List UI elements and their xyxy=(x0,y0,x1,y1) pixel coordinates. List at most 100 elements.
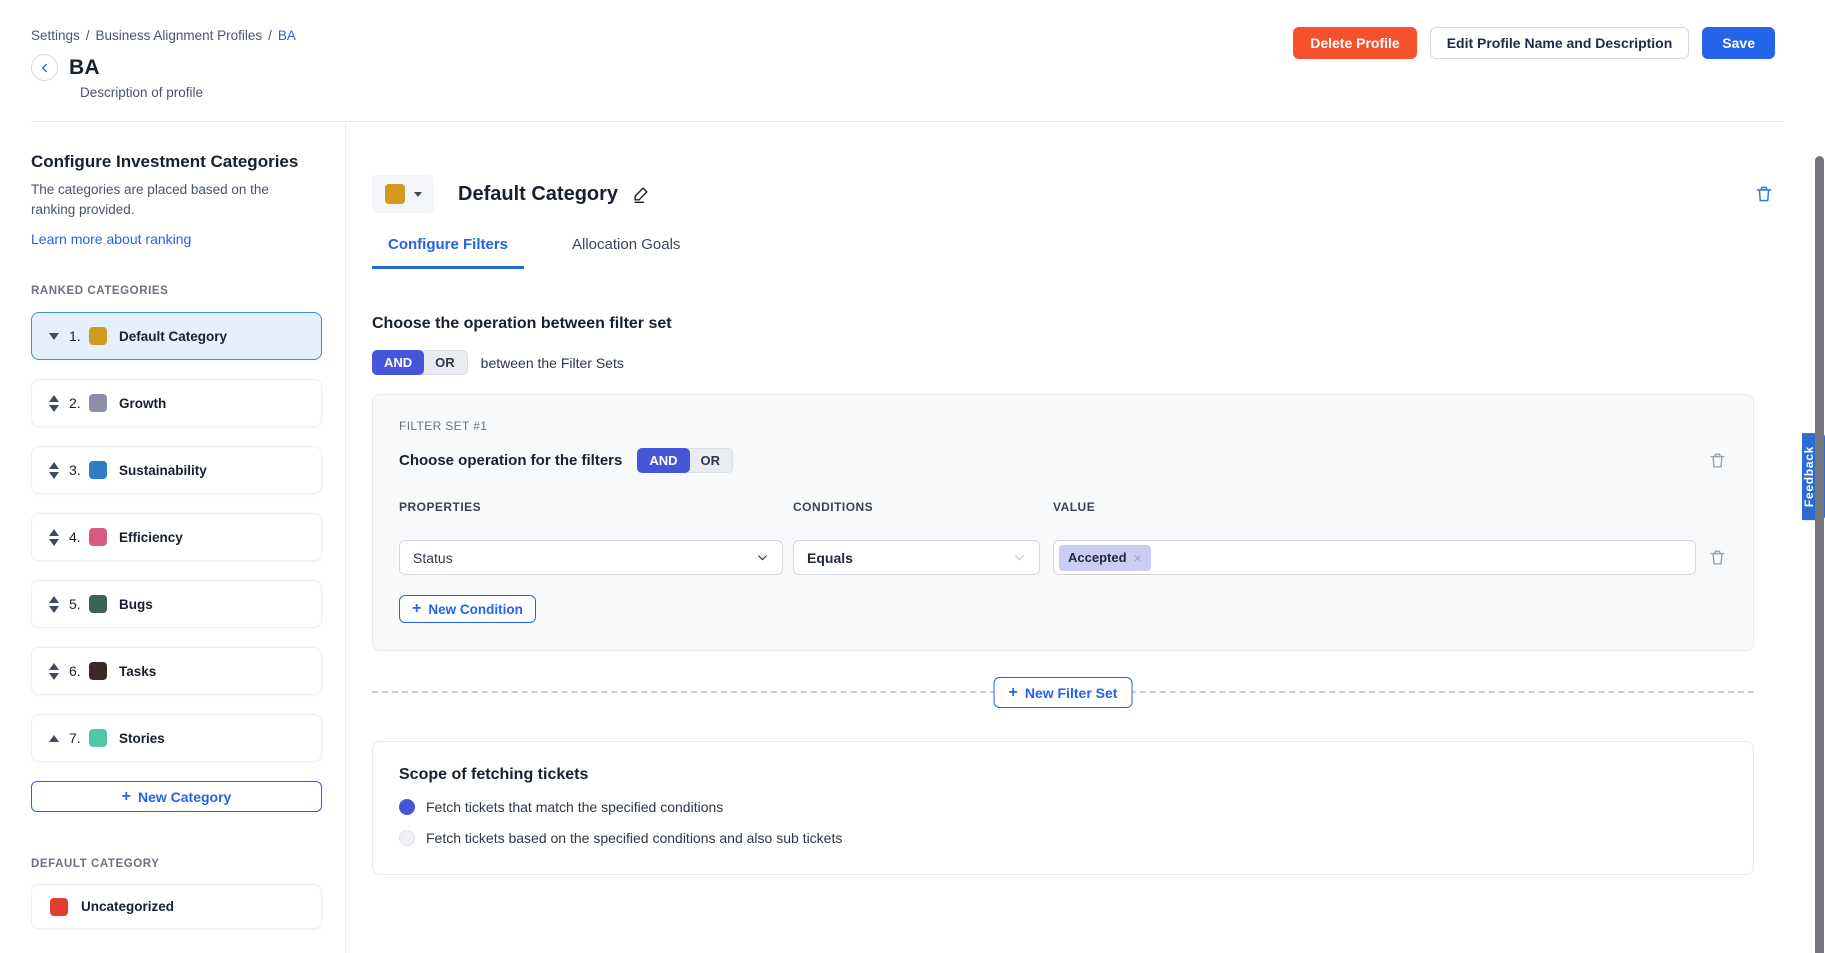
categories-sidebar: Configure Investment Categories The cate… xyxy=(31,122,322,929)
value-multiselect[interactable]: Accepted × xyxy=(1053,540,1696,575)
page-title: BA xyxy=(69,56,100,80)
reorder-arrows xyxy=(48,596,60,613)
scope-card: Scope of fetching tickets Fetch tickets … xyxy=(372,741,1754,875)
tab-allocation-goals[interactable]: Allocation Goals xyxy=(556,236,696,269)
category-label: Stories xyxy=(119,731,165,746)
category-label: Sustainability xyxy=(119,463,207,478)
category-label: Efficiency xyxy=(119,530,183,545)
category-color-dropdown[interactable] xyxy=(372,175,434,213)
move-up-icon[interactable] xyxy=(49,663,59,670)
category-color-swatch xyxy=(89,461,107,479)
new-filter-set-button[interactable]: + New Filter Set xyxy=(994,677,1133,708)
tab-configure-filters[interactable]: Configure Filters xyxy=(372,236,524,269)
category-label: Uncategorized xyxy=(81,899,174,914)
condition-select[interactable]: Equals xyxy=(793,540,1040,575)
new-filter-set-label: New Filter Set xyxy=(1025,685,1118,701)
vertical-scrollbar[interactable] xyxy=(1815,156,1824,953)
category-rank: 2. xyxy=(69,395,84,411)
breadcrumb-settings[interactable]: Settings xyxy=(31,28,80,43)
save-button[interactable]: Save xyxy=(1702,27,1775,59)
chevron-down-icon xyxy=(1013,551,1026,564)
breadcrumb-current: BA xyxy=(278,28,296,43)
plus-icon: + xyxy=(412,601,421,617)
move-down-icon[interactable] xyxy=(49,405,59,412)
chevron-down-icon xyxy=(756,551,769,564)
delete-condition-icon[interactable] xyxy=(1708,548,1727,567)
category-item-bugs[interactable]: 5. Bugs xyxy=(31,580,322,628)
category-color-swatch xyxy=(50,898,68,916)
filters-operator-toggle: AND OR xyxy=(637,448,733,473)
category-item-sustainability[interactable]: 3. Sustainability xyxy=(31,446,322,494)
edit-category-name-icon[interactable] xyxy=(631,184,651,204)
reorder-arrows xyxy=(48,462,60,479)
delete-category-icon[interactable] xyxy=(1754,184,1774,204)
category-rank: 1. xyxy=(69,328,84,344)
value-chip-accepted: Accepted × xyxy=(1059,545,1151,571)
category-tabs: Configure Filters Allocation Goals xyxy=(372,236,1774,269)
category-label: Bugs xyxy=(119,597,153,612)
radio-unselected-icon[interactable] xyxy=(399,830,415,846)
or-toggle[interactable]: OR xyxy=(421,350,468,375)
filter-set-operation-heading: Choose the operation between filter set xyxy=(372,315,1774,333)
filter-set-divider: + New Filter Set xyxy=(372,691,1754,693)
category-item-default-category[interactable]: 1. Default Category xyxy=(31,312,322,360)
filter-set-card: FILTER SET #1 Choose operation for the f… xyxy=(372,394,1754,651)
condition-select-value: Equals xyxy=(807,550,853,566)
delete-filter-set-icon[interactable] xyxy=(1708,451,1727,470)
and-toggle[interactable]: AND xyxy=(637,448,689,473)
category-color-swatch xyxy=(89,528,107,546)
move-up-icon[interactable] xyxy=(49,596,59,603)
move-up-icon[interactable] xyxy=(49,529,59,536)
filter-sets-operator-toggle: AND OR xyxy=(372,350,468,375)
scope-option-include-sub-tickets[interactable]: Fetch tickets based on the specified con… xyxy=(399,830,1727,846)
remove-value-icon[interactable]: × xyxy=(1134,550,1142,566)
move-up-icon[interactable] xyxy=(49,462,59,469)
category-item-stories[interactable]: 7. Stories xyxy=(31,714,322,762)
new-condition-button[interactable]: + New Condition xyxy=(399,595,536,623)
new-category-label: New Category xyxy=(138,789,231,805)
filters-operator-label: Choose operation for the filters xyxy=(399,452,622,469)
category-detail-panel: Default Category Configure Filters Alloc… xyxy=(345,122,1786,953)
category-rank: 4. xyxy=(69,529,84,545)
profile-description: Description of profile xyxy=(80,85,1825,100)
category-rank: 7. xyxy=(69,730,84,746)
category-item-tasks[interactable]: 6. Tasks xyxy=(31,647,322,695)
move-down-icon[interactable] xyxy=(49,673,59,680)
scope-option-match-conditions[interactable]: Fetch tickets that match the specified c… xyxy=(399,799,1727,815)
move-down-icon[interactable] xyxy=(49,606,59,613)
move-up-icon[interactable] xyxy=(49,395,59,402)
move-down-icon[interactable] xyxy=(49,539,59,546)
breadcrumb-separator: / xyxy=(268,28,272,43)
category-item-growth[interactable]: 2. Growth xyxy=(31,379,322,427)
or-toggle[interactable]: OR xyxy=(687,448,734,473)
back-button[interactable] xyxy=(31,54,58,81)
move-up-icon[interactable] xyxy=(49,735,59,742)
value-chip-label: Accepted xyxy=(1068,550,1127,565)
learn-more-ranking-link[interactable]: Learn more about ranking xyxy=(31,231,191,247)
filter-set-label: FILTER SET #1 xyxy=(399,419,1727,433)
new-category-button[interactable]: + New Category xyxy=(31,781,322,812)
filter-sets-operator-caption: between the Filter Sets xyxy=(481,355,624,371)
breadcrumb-profiles[interactable]: Business Alignment Profiles xyxy=(96,28,263,43)
ranked-category-list: 1. Default Category 2. Growth 3. xyxy=(31,312,322,762)
and-toggle[interactable]: AND xyxy=(372,350,424,375)
category-item-efficiency[interactable]: 4. Efficiency xyxy=(31,513,322,561)
category-label: Growth xyxy=(119,396,166,411)
category-item-uncategorized[interactable]: Uncategorized xyxy=(31,884,322,929)
delete-profile-button[interactable]: Delete Profile xyxy=(1293,27,1416,59)
move-down-icon[interactable] xyxy=(49,472,59,479)
radio-selected-icon[interactable] xyxy=(399,799,415,815)
new-condition-label: New Condition xyxy=(428,602,523,617)
property-select[interactable]: Status xyxy=(399,540,783,575)
move-down-icon[interactable] xyxy=(49,333,59,340)
breadcrumb-separator: / xyxy=(86,28,90,43)
category-rank: 3. xyxy=(69,462,84,478)
reorder-arrows xyxy=(48,333,60,340)
column-header-value: VALUE xyxy=(1053,500,1696,514)
category-color-swatch xyxy=(89,662,107,680)
property-select-value: Status xyxy=(413,550,453,566)
edit-profile-button[interactable]: Edit Profile Name and Description xyxy=(1430,27,1690,59)
scope-option-label: Fetch tickets that match the specified c… xyxy=(426,799,723,815)
category-color-swatch xyxy=(89,327,107,345)
ranked-categories-label: RANKED CATEGORIES xyxy=(31,285,322,297)
